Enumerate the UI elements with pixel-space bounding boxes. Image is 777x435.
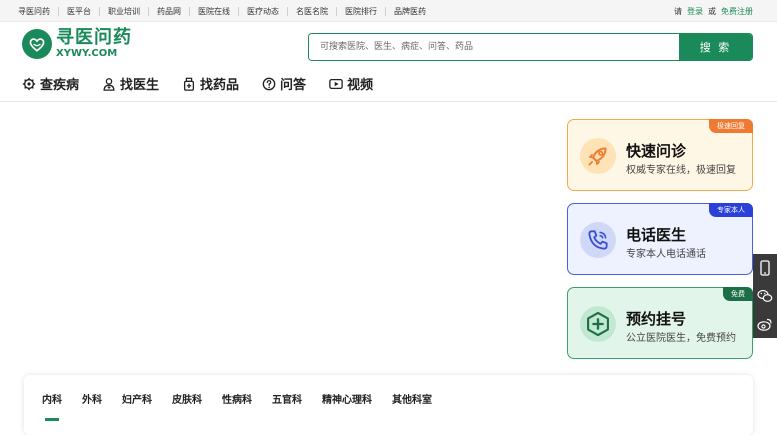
- top-link-ranking[interactable]: 医院排行: [337, 6, 386, 16]
- appointment-desc: 公立医院医生，免费预约: [626, 333, 736, 344]
- quick-consult-card[interactable]: 极速回复 快速问诊 权威专家在线，极速回复: [567, 119, 753, 191]
- logo-text: 寻医问药 XYWY.COM: [56, 29, 132, 59]
- departments-panel: 内科 外科 妇产科 皮肤科 性病科 五官科 精神心理科 其他科室: [24, 375, 753, 435]
- tab-psychiatry[interactable]: 精神心理科: [322, 391, 372, 406]
- nav-label-doctors: 找医生: [120, 78, 160, 93]
- login-link[interactable]: 登录: [687, 6, 703, 17]
- tab-dermatology[interactable]: 皮肤科: [172, 391, 202, 406]
- phone-doctor-card[interactable]: 专家本人 电话医生 专家本人电话通话: [567, 203, 753, 275]
- nav-item-video[interactable]: 视频: [329, 74, 373, 93]
- mobile-icon[interactable]: [757, 260, 773, 276]
- appointment-card[interactable]: 免费 预约挂号 公立医院医生，免费预约: [567, 287, 753, 359]
- wechat-icon[interactable]: [757, 288, 773, 304]
- nav-item-diseases[interactable]: 查疾病: [22, 74, 79, 93]
- top-link-brand[interactable]: 品牌医药: [386, 7, 434, 16]
- department-tabs: 内科 外科 妇产科 皮肤科 性病科 五官科 精神心理科 其他科室: [42, 391, 432, 421]
- top-link-news[interactable]: 医疗动态: [239, 6, 288, 16]
- doctor-icon: [103, 77, 115, 91]
- top-link-drugs[interactable]: 药品网: [149, 6, 190, 16]
- phone-doctor-title: 电话医生: [626, 226, 687, 244]
- tab-internal[interactable]: 内科: [42, 391, 62, 421]
- rocket-icon: [580, 138, 616, 174]
- medicine-icon: [184, 77, 195, 91]
- login-prefix: 请: [674, 6, 682, 16]
- tab-obstetrics[interactable]: 妇产科: [122, 391, 152, 406]
- quick-consult-desc: 权威专家在线，极速回复: [626, 165, 736, 176]
- nav-item-doctors[interactable]: 找医生: [102, 74, 159, 93]
- phone-icon: [580, 222, 616, 258]
- nav-label-medicine: 找药品: [200, 78, 240, 93]
- top-link-xywy[interactable]: 寻医问药: [14, 6, 59, 16]
- video-icon: [329, 78, 343, 89]
- weibo-icon[interactable]: [757, 316, 773, 332]
- login-or: 或: [708, 6, 716, 16]
- register-link[interactable]: 免费注册: [721, 6, 753, 17]
- top-bar: 寻医问药 医平台 职业培训 药品网 医院在线 医疗动态 名医名院 医院排行 品牌…: [0, 0, 777, 22]
- appointment-badge: 免费: [723, 287, 753, 301]
- plus-icon: [580, 306, 616, 342]
- quick-consult-badge: 极速回复: [709, 119, 753, 133]
- phone-doctor-badge: 专家本人: [709, 203, 753, 217]
- logo-heart-icon: [22, 29, 52, 59]
- tab-other[interactable]: 其他科室: [392, 391, 432, 406]
- phone-doctor-desc: 专家本人电话通话: [626, 249, 706, 260]
- question-icon: [262, 77, 276, 90]
- nav-item-medicine[interactable]: 找药品: [182, 74, 239, 93]
- search-box: 搜 索: [308, 33, 753, 61]
- top-link-platform[interactable]: 医平台: [59, 6, 100, 16]
- nav-label-qa: 问答: [280, 78, 307, 93]
- top-nav: 寻医问药 医平台 职业培训 药品网 医院在线 医疗动态 名医名院 医院排行 品牌…: [14, 0, 434, 22]
- nav-label-diseases: 查疾病: [40, 78, 80, 93]
- tab-std[interactable]: 性病科: [222, 391, 252, 406]
- side-toolbar: [753, 254, 777, 338]
- main-nav: 查疾病 找医生 找药品 问答 视频: [22, 74, 373, 93]
- top-link-famous[interactable]: 名医名院: [288, 6, 337, 16]
- search-input[interactable]: [309, 34, 679, 60]
- search-button[interactable]: 搜 索: [679, 34, 752, 60]
- logo-cn: 寻医问药: [56, 27, 132, 48]
- login-area: 请 登录 或 免费注册: [674, 0, 753, 22]
- site-logo[interactable]: 寻医问药 XYWY.COM: [22, 29, 132, 59]
- tab-surgery[interactable]: 外科: [82, 391, 102, 406]
- top-link-hospital-online[interactable]: 医院在线: [190, 6, 239, 16]
- logo-en: XYWY.COM: [56, 48, 118, 59]
- quick-consult-title: 快速问诊: [626, 142, 687, 160]
- top-link-training[interactable]: 职业培训: [100, 6, 149, 16]
- header-divider: [0, 101, 777, 102]
- gear-icon: [22, 77, 36, 90]
- nav-item-qa[interactable]: 问答: [262, 74, 306, 93]
- appointment-title: 预约挂号: [626, 310, 687, 328]
- nav-label-video: 视频: [347, 78, 374, 93]
- tab-ent[interactable]: 五官科: [272, 391, 302, 406]
